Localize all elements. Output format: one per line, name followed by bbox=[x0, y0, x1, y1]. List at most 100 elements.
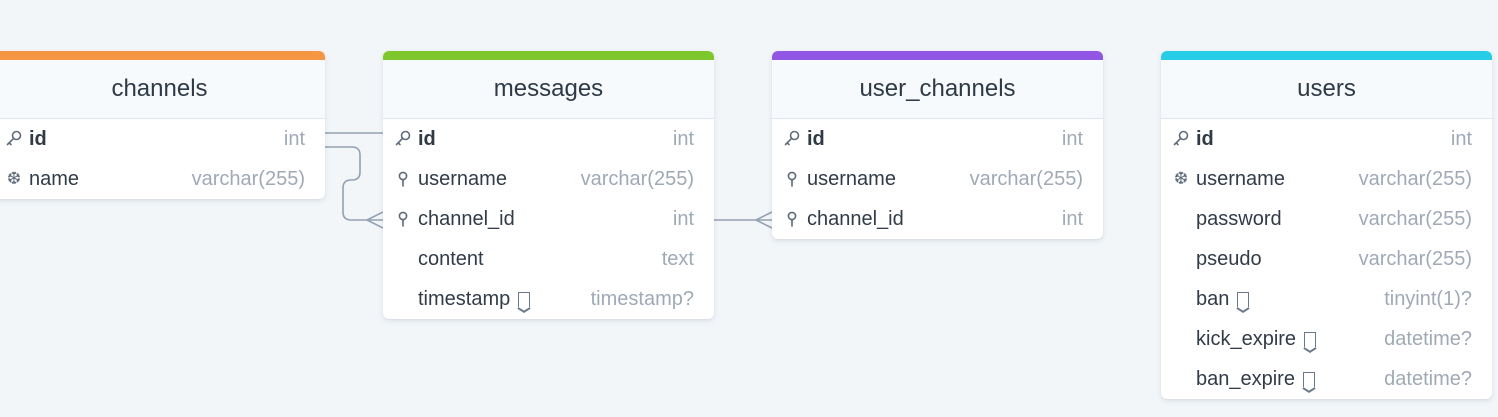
column-name-text: ban_expire bbox=[1196, 368, 1295, 390]
column-row[interactable]: ban tinyint(1)? bbox=[1161, 279, 1492, 319]
table-user-channels[interactable]: user_channels id int username varchar(255) c… bbox=[772, 51, 1103, 239]
table-accent bbox=[772, 51, 1103, 60]
column-type: datetime? bbox=[1384, 328, 1472, 350]
column-name-text: content bbox=[418, 248, 484, 270]
column-name: username bbox=[1196, 159, 1285, 199]
column-type: text bbox=[661, 248, 694, 270]
column-name: channel_id bbox=[807, 199, 904, 239]
column-name-text: channel_id bbox=[807, 208, 904, 230]
column-row[interactable]: pseudo varchar(255) bbox=[1161, 239, 1492, 279]
table-rows: id int username varchar(255) channel_id int bbox=[772, 119, 1103, 239]
column-name-text: username bbox=[418, 168, 507, 190]
column-type: varchar(255) bbox=[1358, 248, 1472, 270]
column-type: int bbox=[1061, 208, 1083, 230]
column-name-text: username bbox=[807, 168, 896, 190]
column-row[interactable]: password varchar(255) bbox=[1161, 199, 1492, 239]
column-type: datetime? bbox=[1384, 368, 1472, 390]
column-name: timestamp bbox=[418, 279, 531, 319]
table-accent bbox=[1161, 51, 1492, 60]
column-name: pseudo bbox=[1196, 239, 1262, 279]
note-bookmark-icon[interactable] bbox=[518, 292, 531, 307]
key-icon bbox=[5, 119, 23, 159]
column-name-text: password bbox=[1196, 208, 1282, 230]
column-name: id bbox=[418, 119, 436, 159]
column-name: username bbox=[418, 159, 507, 199]
table-channels[interactable]: channels id int ❆ name varchar(255) bbox=[0, 51, 325, 199]
column-type: int bbox=[672, 128, 694, 150]
table-header: users bbox=[1161, 60, 1492, 119]
column-type: int bbox=[1061, 128, 1083, 150]
column-name: content bbox=[418, 239, 484, 279]
column-type: varchar(255) bbox=[1358, 208, 1472, 230]
column-name-text: channel_id bbox=[418, 208, 515, 230]
column-type: varchar(255) bbox=[1358, 168, 1472, 190]
column-name: channel_id bbox=[418, 199, 515, 239]
column-type: int bbox=[283, 128, 305, 150]
column-name-text: id bbox=[418, 128, 436, 150]
column-name: name bbox=[29, 159, 79, 199]
table-header: channels bbox=[0, 60, 325, 119]
column-row[interactable]: id int bbox=[772, 119, 1103, 159]
key-icon bbox=[783, 119, 801, 159]
column-row[interactable]: channel_id int bbox=[383, 199, 714, 239]
table-header: messages bbox=[383, 60, 714, 119]
column-row[interactable]: ❆ name varchar(255) bbox=[0, 159, 325, 199]
table-header: user_channels bbox=[772, 60, 1103, 119]
column-name-text: kick_expire bbox=[1196, 328, 1297, 350]
column-type: varchar(255) bbox=[969, 168, 1083, 190]
key-icon bbox=[1172, 119, 1190, 159]
note-bookmark-icon[interactable] bbox=[1302, 372, 1315, 387]
table-rows: id int username varchar(255) channel_id int co… bbox=[383, 119, 714, 319]
table-messages[interactable]: messages id int username varchar(255) channe… bbox=[383, 51, 714, 319]
pin-icon bbox=[783, 159, 801, 199]
column-row[interactable]: channel_id int bbox=[772, 199, 1103, 239]
column-name-text: timestamp bbox=[418, 288, 511, 310]
table-accent bbox=[0, 51, 325, 60]
column-name: id bbox=[807, 119, 825, 159]
column-row[interactable]: username varchar(255) bbox=[383, 159, 714, 199]
column-row[interactable]: kick_expire datetime? bbox=[1161, 319, 1492, 359]
column-type: timestamp? bbox=[590, 288, 694, 310]
column-row[interactable]: ❆ username varchar(255) bbox=[1161, 159, 1492, 199]
diagram-canvas: channels id int ❆ name varchar(255) messages… bbox=[0, 0, 1498, 417]
column-name-text: username bbox=[1196, 168, 1285, 190]
column-row[interactable]: username varchar(255) bbox=[772, 159, 1103, 199]
connector-channels-messages bbox=[325, 132, 383, 221]
column-row[interactable]: id int bbox=[383, 119, 714, 159]
column-name-text: id bbox=[29, 128, 47, 150]
column-name-text: name bbox=[29, 168, 80, 190]
column-name: kick_expire bbox=[1196, 319, 1317, 359]
snowflake-icon: ❆ bbox=[1173, 169, 1189, 188]
column-name-text: ban bbox=[1196, 288, 1230, 310]
column-type: int bbox=[672, 208, 694, 230]
column-name-text: id bbox=[807, 128, 825, 150]
note-bookmark-icon[interactable] bbox=[1237, 292, 1250, 307]
column-name-text: id bbox=[1196, 128, 1214, 150]
column-name-text: pseudo bbox=[1196, 248, 1262, 270]
column-name: ban_expire bbox=[1196, 359, 1315, 399]
crows-foot-user-channels-channel-id bbox=[755, 211, 773, 229]
column-name: password bbox=[1196, 199, 1282, 239]
note-bookmark-icon[interactable] bbox=[1304, 332, 1317, 347]
table-rows: id int ❆ name varchar(255) bbox=[0, 119, 325, 199]
column-name: id bbox=[29, 119, 47, 159]
column-row[interactable]: ban_expire datetime? bbox=[1161, 359, 1492, 399]
column-name: ban bbox=[1196, 279, 1250, 319]
table-accent bbox=[383, 51, 714, 60]
column-type: tinyint(1)? bbox=[1384, 288, 1472, 310]
pin-icon bbox=[394, 199, 412, 239]
column-type: varchar(255) bbox=[580, 168, 694, 190]
column-row[interactable]: id int bbox=[0, 119, 325, 159]
column-type: varchar(255) bbox=[191, 168, 305, 190]
column-row[interactable]: id int bbox=[1161, 119, 1492, 159]
pin-icon bbox=[394, 159, 412, 199]
column-row[interactable]: timestamp timestamp? bbox=[383, 279, 714, 319]
pin-icon bbox=[783, 199, 801, 239]
snowflake-icon: ❆ bbox=[6, 169, 22, 188]
column-row[interactable]: content text bbox=[383, 239, 714, 279]
column-type: int bbox=[1450, 128, 1472, 150]
table-users[interactable]: users id int ❆ username varchar(255) password… bbox=[1161, 51, 1492, 399]
crows-foot-messages-channel-id bbox=[366, 211, 384, 229]
column-name: username bbox=[807, 159, 896, 199]
table-rows: id int ❆ username varchar(255) password varcha… bbox=[1161, 119, 1492, 399]
